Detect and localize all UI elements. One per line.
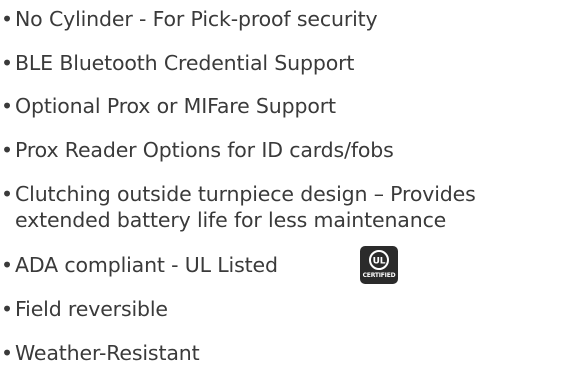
feature-text: No Cylinder - For Pick-proof security [15, 7, 378, 31]
feature-item-prox-reader: •Prox Reader Options for ID cards/fobs [0, 137, 583, 163]
feature-item-ada: •ADA compliant - UL Listed UL CERTIFIED [0, 246, 583, 284]
feature-item-ble: •BLE Bluetooth Credential Support [0, 50, 583, 76]
bullet: • [1, 297, 13, 321]
bullet: • [1, 94, 13, 118]
feature-line-1: •Clutching outside turnpiece design – Pr… [0, 181, 583, 207]
bullet: • [1, 341, 13, 365]
svg-text:UL: UL [373, 257, 386, 267]
feature-text: Clutching outside turnpiece design – Pro… [15, 182, 476, 206]
feature-text: Field reversible [15, 297, 168, 321]
feature-item-clutching: •Clutching outside turnpiece design – Pr… [0, 181, 583, 233]
bullet: • [1, 253, 13, 277]
feature-item-no-cylinder: •No Cylinder - For Pick-proof security [0, 6, 583, 32]
feature-text: Optional Prox or MIFare Support [15, 94, 336, 118]
feature-item-field-reversible: •Field reversible [0, 296, 583, 322]
feature-line-2: extended battery life for less maintenan… [15, 208, 447, 232]
ul-certified-badge-icon: UL CERTIFIED [360, 246, 398, 284]
feature-text: Weather-Resistant [15, 341, 200, 365]
bullet: • [1, 51, 13, 75]
feature-text: BLE Bluetooth Credential Support [15, 51, 355, 75]
feature-item-prox-mifare: •Optional Prox or MIFare Support [0, 93, 583, 119]
bullet: • [1, 182, 13, 206]
bullet: • [1, 7, 13, 31]
bullet: • [1, 138, 13, 162]
feature-text: Prox Reader Options for ID cards/fobs [15, 138, 394, 162]
feature-text: ADA compliant - UL Listed [15, 253, 278, 277]
certified-label: CERTIFIED [362, 272, 396, 279]
feature-item-weather-resistant: •Weather-Resistant [0, 340, 583, 366]
